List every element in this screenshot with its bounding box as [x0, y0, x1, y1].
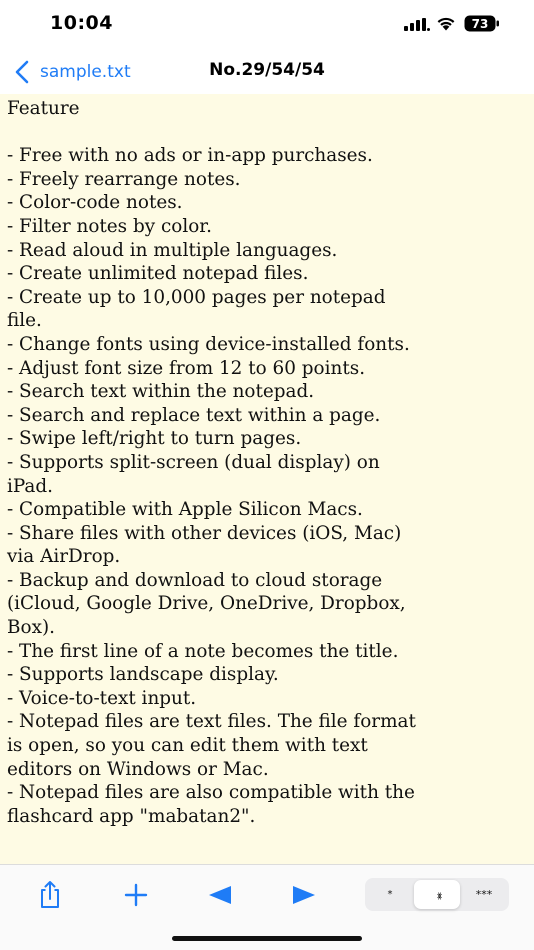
- size-segmented-control: * ** ***: [365, 878, 509, 911]
- editor-line: (iCloud, Google Drive, OneDrive, Dropbox…: [7, 593, 406, 615]
- editor-line: Feature: [7, 98, 80, 119]
- editor-line: - Search text within the notepad.: [7, 381, 315, 403]
- editor-line: - Filter notes by color.: [7, 215, 212, 237]
- editor-line: - Create up to 10,000 pages per notepad: [7, 286, 386, 308]
- battery-icon: 73: [464, 15, 499, 32]
- next-page-button[interactable]: [282, 879, 326, 911]
- editor-line: - Share files with other devices (iOS, M…: [7, 522, 402, 544]
- page-title: No.29/54/54: [209, 60, 325, 80]
- editor-line: iPad.: [7, 475, 54, 497]
- triangle-left-icon: [209, 886, 231, 904]
- editor-line: ​: [7, 121, 526, 145]
- editor-line: editors on Windows or Mac.: [7, 758, 269, 780]
- editor-line: - Swipe left/right to turn pages.: [7, 428, 302, 450]
- editor-line: - Backup and download to cloud storage: [7, 569, 383, 591]
- editor-line: - Notepad files are text files. The file…: [7, 711, 416, 733]
- editor-line: - Supports split-screen (dual display) o…: [7, 451, 380, 473]
- editor-line: - Read aloud in multiple languages.: [7, 239, 338, 261]
- segment-large[interactable]: ***: [461, 880, 507, 909]
- editor-line: - Voice-to-text input.: [7, 687, 197, 709]
- wifi-icon: [437, 17, 455, 31]
- segment-medium-label: **: [431, 892, 444, 897]
- editor-line: - Adjust font size from 12 to 60 points.: [7, 357, 366, 379]
- home-indicator: [172, 936, 362, 941]
- editor-line: - Free with no ads or in-app purchases.: [7, 145, 373, 167]
- status-time: 10:04: [50, 12, 113, 34]
- battery-level: 73: [472, 17, 489, 31]
- editor-line: file.: [7, 310, 42, 332]
- editor-line: - Compatible with Apple Silicon Macs.: [7, 499, 363, 521]
- editor-line: - Notepad files are also compatible with…: [7, 782, 415, 804]
- segment-small[interactable]: *: [367, 880, 413, 909]
- cellular-signal-icon: [404, 18, 430, 31]
- previous-page-button[interactable]: [198, 879, 242, 911]
- editor-line: - Create unlimited notepad files.: [7, 263, 309, 285]
- editor-line: flashcard app "mabatan2".: [7, 805, 256, 827]
- navigation-bar: sample.txt No.29/54/54: [0, 50, 534, 94]
- status-bar: 10:04 73: [0, 0, 534, 50]
- editor-line: - Supports landscape display.: [7, 664, 279, 686]
- editor-line: - The first line of a note becomes the t…: [7, 640, 399, 662]
- editor-line: - Freely rearrange notes.: [7, 168, 241, 190]
- editor-line: - Search and replace text within a page.: [7, 404, 381, 426]
- triangle-right-icon: [293, 886, 315, 904]
- plus-icon: [124, 883, 148, 907]
- note-text-editor[interactable]: Feature​- Free with no ads or in-app pur…: [0, 94, 534, 864]
- editor-line: via AirDrop.: [7, 546, 121, 568]
- share-button[interactable]: [28, 879, 72, 911]
- editor-line: is open, so you can edit them with text: [7, 735, 368, 757]
- editor-line: Box).: [7, 617, 55, 639]
- editor-line: - Color-code notes.: [7, 192, 183, 214]
- segment-medium[interactable]: **: [414, 880, 460, 909]
- editor-line: - Change fonts using device-installed fo…: [7, 333, 410, 355]
- share-icon: [41, 881, 59, 908]
- add-page-button[interactable]: [114, 879, 158, 911]
